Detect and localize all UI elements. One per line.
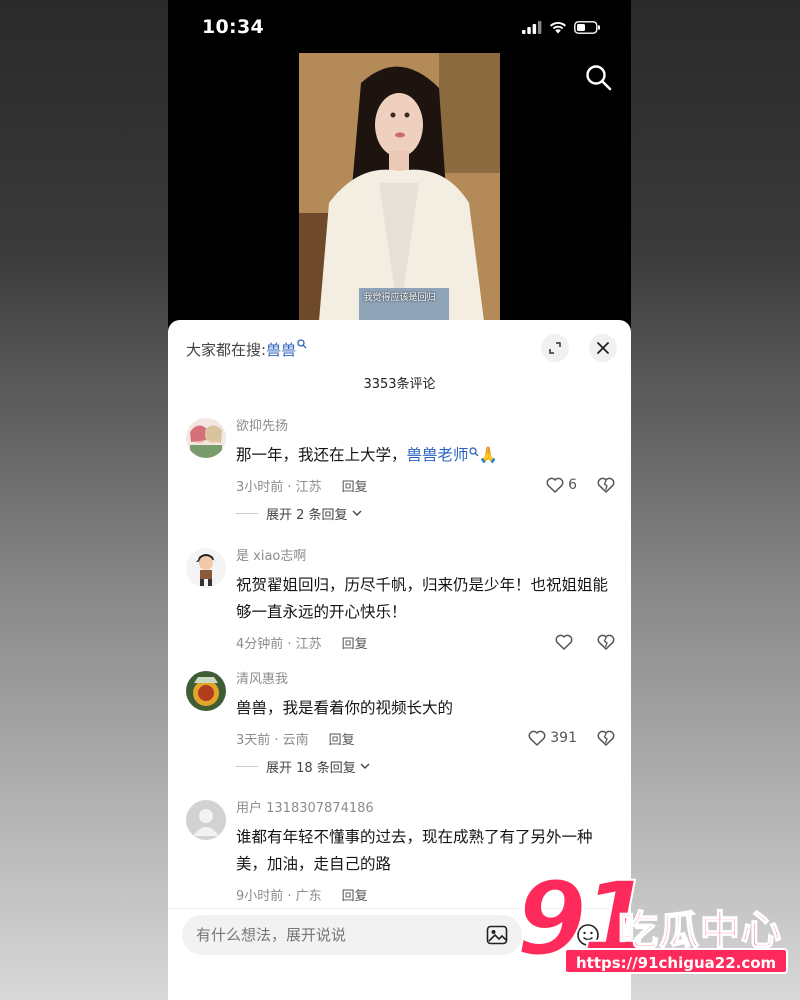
close-icon (597, 342, 609, 354)
trending-term[interactable]: 兽兽 (266, 341, 296, 359)
trending-prefix: 大家都在搜: (186, 340, 267, 359)
image-button[interactable] (486, 924, 508, 950)
default-avatar-icon (186, 800, 226, 840)
avatar-image (186, 548, 226, 588)
comment-item: 欲抑先扬 那一年，我还在上大学，兽兽老师 🙏 3小时前 · 江苏 回复 6 展开… (186, 418, 615, 523)
dislike-button[interactable] (597, 726, 615, 750)
comment-mention[interactable]: 兽兽老师 (407, 446, 469, 464)
avatar-image (186, 418, 226, 458)
comment-input[interactable] (196, 926, 476, 944)
wifi-icon (550, 21, 566, 33)
like-button[interactable] (555, 630, 577, 654)
comment-text: 兽兽，我是看着你的视频长大的 (236, 699, 454, 717)
avatar[interactable] (186, 548, 226, 588)
expand-icon (549, 342, 561, 354)
expand-replies[interactable]: 展开 18 条回复 (236, 756, 615, 776)
comment-item: 清风惠我 兽兽，我是看着你的视频长大的 3天前 · 云南 回复 391 展开 1… (186, 671, 615, 776)
comment-username[interactable]: 用户 1318307874186 (236, 800, 615, 818)
comment-time-location: 3天前 · 云南 (236, 732, 309, 748)
mention-search-icon (468, 447, 478, 457)
reply-button[interactable]: 回复 (342, 885, 368, 904)
like-button[interactable]: 391 (528, 726, 577, 750)
status-icons (522, 20, 601, 34)
expand-line (236, 765, 258, 767)
expand-replies[interactable]: 展开 2 条回复 (236, 503, 615, 523)
comment-time-location: 4分钟前 · 江苏 (236, 636, 322, 652)
pray-emoji: 🙏 (478, 446, 498, 464)
broken-heart-icon (597, 730, 615, 746)
like-button[interactable]: 6 (546, 473, 577, 497)
like-count: 6 (568, 477, 577, 493)
search-icon (586, 65, 612, 91)
chevron-down-icon (360, 763, 370, 769)
comment-text: 祝贺翟姐回归，历尽千帆，归来仍是少年！也祝姐姐能够一直永远的开心快乐！ (236, 576, 609, 621)
comment-count: 3353条评论 (363, 377, 436, 392)
expand-line (236, 512, 258, 514)
chevron-down-icon (352, 510, 362, 516)
sheet-header: 大家都在搜:兽兽 (186, 334, 617, 364)
trending-search[interactable]: 大家都在搜:兽兽 (186, 338, 307, 360)
trending-search-icon (297, 338, 307, 348)
reply-button[interactable]: 回复 (329, 729, 355, 748)
avatar-image (186, 671, 226, 711)
comment-meta: 3小时前 · 江苏 回复 6 (236, 473, 615, 497)
image-icon (486, 925, 508, 945)
video-frame (299, 53, 500, 321)
comment-username[interactable]: 是 xiao志啊 (236, 548, 615, 566)
avatar[interactable] (186, 418, 226, 458)
comment-meta: 4分钟前 · 江苏 回复 (236, 630, 615, 654)
expand-replies-label: 展开 18 条回复 (266, 760, 356, 776)
reply-button[interactable]: 回复 (342, 633, 368, 652)
status-bar: 10:34 (168, 0, 631, 54)
comment-item: 是 xiao志啊 祝贺翟姐回归，历尽千帆，归来仍是少年！也祝姐姐能够一直永远的开… (186, 548, 615, 654)
heart-icon (546, 477, 564, 493)
phone-screen: 10:34 我觉得应该是回归 大家都在搜:兽兽 3353条评论 欲抑先扬 那一年… (168, 0, 631, 1000)
video-subtitle: 我觉得应该是回归 (363, 293, 436, 303)
dislike-button[interactable] (597, 473, 615, 497)
video-player[interactable]: 我觉得应该是回归 (299, 53, 500, 321)
comment-username[interactable]: 清风惠我 (236, 671, 615, 689)
like-count: 391 (550, 730, 577, 746)
comment-text: 那一年，我还在上大学，兽兽老师 🙏 (236, 442, 615, 469)
watermark-logo: 91 吃瓜中心 https://91chigua22.com (510, 868, 795, 985)
heart-icon (555, 634, 573, 650)
expand-replies-label: 展开 2 条回复 (266, 507, 348, 523)
comment-time-location: 3小时前 · 江苏 (236, 479, 322, 495)
status-time: 10:34 (202, 16, 264, 38)
signal-icon (522, 20, 542, 34)
expand-sheet-button[interactable] (541, 334, 569, 362)
comment-meta: 3天前 · 云南 回复 391 (236, 726, 615, 750)
search-button[interactable] (583, 62, 615, 94)
close-button[interactable] (589, 334, 617, 362)
avatar[interactable] (186, 671, 226, 711)
broken-heart-icon (597, 477, 615, 493)
battery-icon (574, 20, 600, 34)
reply-button[interactable]: 回复 (342, 476, 368, 495)
heart-icon (528, 730, 546, 746)
avatar[interactable] (186, 800, 226, 840)
comment-text-main: 那一年，我还在上大学， (236, 446, 407, 464)
comment-time-location: 9小时前 · 广东 (236, 888, 322, 904)
watermark-url: https://91chigua22.com (564, 948, 789, 974)
comment-username[interactable]: 欲抑先扬 (236, 418, 615, 436)
comment-input-box[interactable] (182, 915, 522, 955)
dislike-button[interactable] (597, 630, 615, 654)
broken-heart-icon (597, 634, 615, 650)
